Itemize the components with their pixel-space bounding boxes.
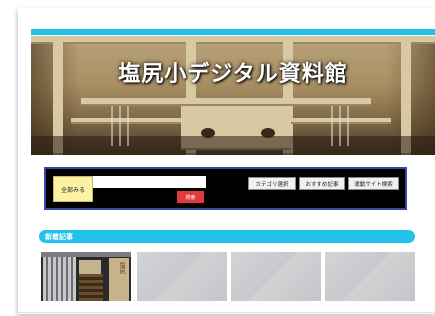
banner-rib <box>127 106 129 146</box>
new-articles-header: 新着記事 <box>39 230 415 243</box>
search-panel: 全部みる 検索 カテゴリ選択 おすすめ記事 運動サイト検索 <box>44 167 407 210</box>
article-card-2[interactable] <box>137 252 227 301</box>
card-photo-door <box>43 255 76 301</box>
banner-rib <box>119 106 121 146</box>
banner-beam-middle <box>81 98 371 106</box>
page-bottom-divider <box>18 312 435 313</box>
search-input[interactable] <box>93 176 206 188</box>
category-select-button[interactable]: カテゴリ選択 <box>248 177 296 190</box>
article-card-4[interactable] <box>325 252 415 301</box>
search-button[interactable]: 検索 <box>177 191 204 203</box>
article-card-1[interactable]: 塩尻 <box>41 252 131 301</box>
top-accent-bar <box>31 29 435 35</box>
all-view-button[interactable]: 全部みる <box>53 176 93 202</box>
recommended-articles-button[interactable]: おすすめ記事 <box>299 177 345 190</box>
banner-rib <box>331 106 333 146</box>
card-photo-sign: 塩尻 <box>109 258 129 301</box>
site-title: 塩尻小デジタル資料館 <box>118 61 348 87</box>
banner-beam-top <box>31 36 435 44</box>
banner-rib <box>339 106 341 146</box>
card-photo-sign-text: 塩尻 <box>118 262 125 274</box>
header-banner: 塩尻小デジタル資料館 <box>31 36 435 155</box>
card-photo-lintel <box>41 252 131 257</box>
new-articles-title: 新着記事 <box>45 233 73 241</box>
article-card-3[interactable] <box>231 252 321 301</box>
card-photo-light <box>79 260 101 274</box>
card-photo-shelf <box>79 274 103 301</box>
banner-rib <box>111 106 113 146</box>
banner-shadow <box>31 136 435 155</box>
banner-rib <box>347 106 349 146</box>
sports-site-search-button[interactable]: 運動サイト検索 <box>348 177 399 190</box>
